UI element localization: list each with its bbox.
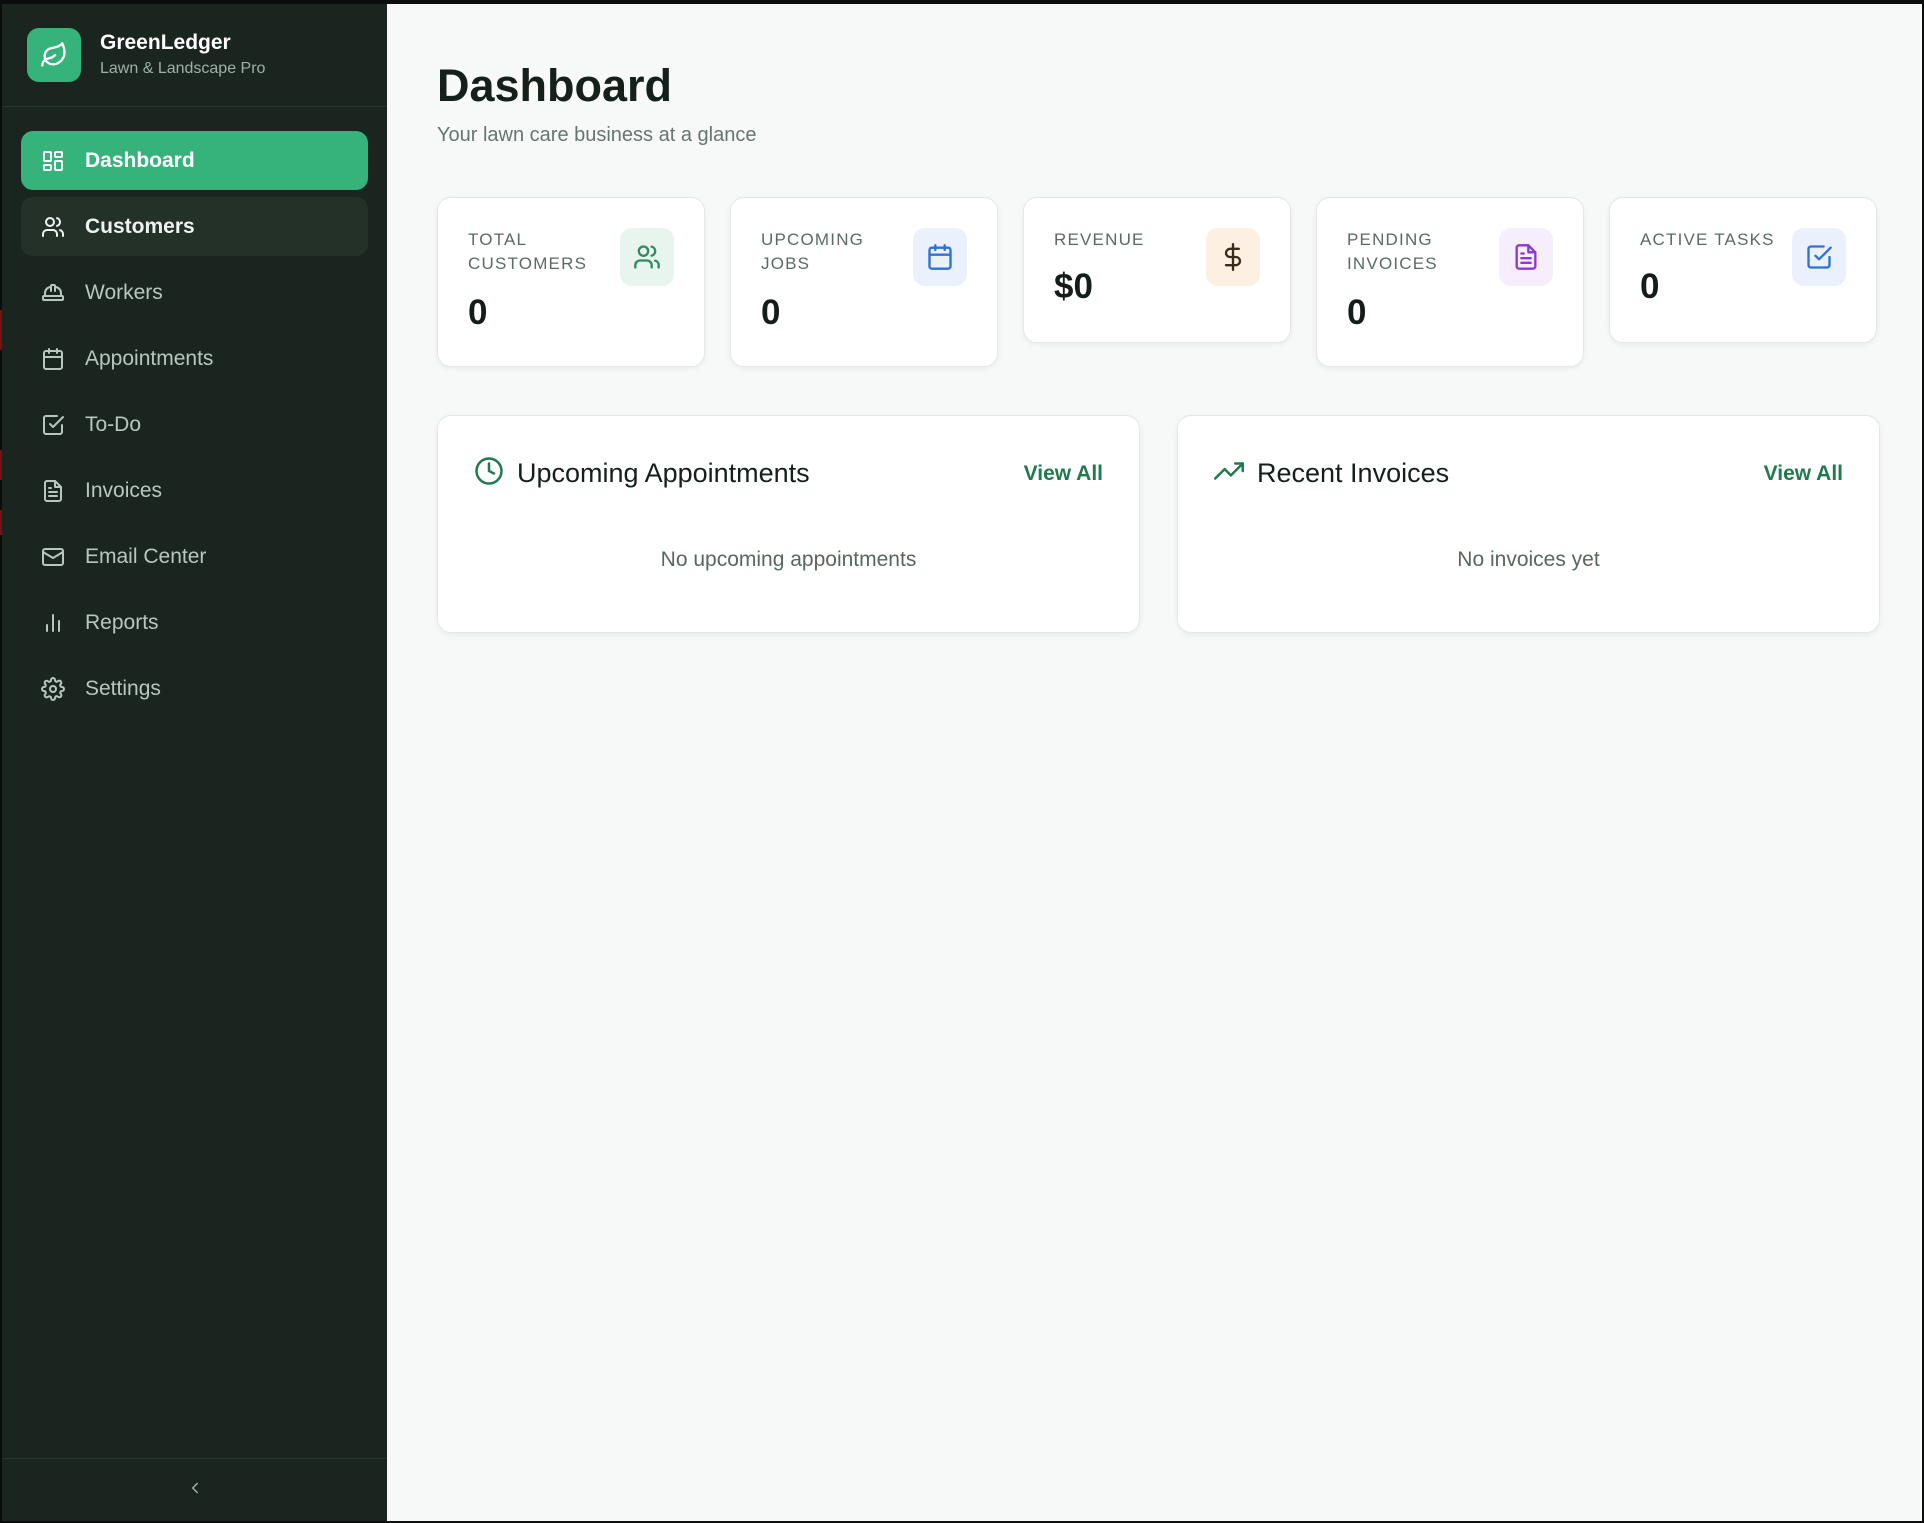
sidebar-item-customers[interactable]: Customers: [21, 197, 368, 256]
chevron-left-icon: [186, 1479, 204, 1502]
sidebar-item-dashboard[interactable]: Dashboard: [21, 131, 368, 190]
clock-icon: [474, 456, 504, 491]
brand-name: GreenLedger: [100, 31, 231, 54]
stat-label: PENDING INVOICES: [1347, 230, 1438, 273]
empty-state: No upcoming appointments: [660, 548, 917, 571]
sidebar-item-label: Email Center: [85, 544, 207, 568]
dollar-icon: [1206, 228, 1260, 286]
stat-value: 0: [468, 293, 488, 332]
view-all-appointments-link[interactable]: View All: [1024, 462, 1103, 486]
view-all-invoices-link[interactable]: View All: [1764, 462, 1843, 486]
stat-card-total-customers[interactable]: TOTAL CUSTOMERS 0: [437, 197, 705, 367]
stat-card-active-tasks[interactable]: ACTIVE TASKS 0: [1609, 197, 1877, 343]
page-title: Dashboard: [437, 60, 673, 111]
panel-title: Recent Invoices: [1257, 458, 1450, 488]
stat-value: 0: [761, 293, 781, 332]
stat-label: ACTIVE TASKS: [1640, 230, 1775, 249]
stat-label: TOTAL CUSTOMERS: [468, 230, 588, 273]
sidebar-item-label: To-Do: [85, 412, 142, 436]
dashboard-grid-icon: [40, 148, 66, 174]
file-text-icon: [1499, 228, 1553, 286]
sidebar-item-settings[interactable]: Settings: [21, 659, 368, 718]
gear-icon: [40, 676, 66, 702]
stat-card-upcoming-jobs[interactable]: UPCOMING JOBS 0: [730, 197, 998, 367]
hard-hat-icon: [40, 280, 66, 306]
brand: GreenLedger Lawn & Landscape Pro: [2, 4, 387, 107]
mail-icon: [40, 544, 66, 570]
main-content: Dashboard Your lawn care business at a g…: [387, 4, 1922, 1521]
sidebar-item-label: Reports: [85, 610, 159, 634]
trending-up-icon: [1214, 456, 1244, 491]
sidebar-item-label: Dashboard: [85, 148, 195, 172]
stat-card-revenue[interactable]: REVENUE $0: [1023, 197, 1291, 343]
sidebar-item-label: Settings: [85, 676, 161, 700]
sidebar-item-invoices[interactable]: Invoices: [21, 461, 368, 520]
stats-row: TOTAL CUSTOMERS 0 UPCOMING JOBS 0 REVENU…: [437, 197, 1922, 367]
calendar-icon: [913, 228, 967, 286]
sidebar: GreenLedger Lawn & Landscape Pro Dashboa…: [2, 4, 387, 1521]
sidebar-item-label: Workers: [85, 280, 163, 304]
file-text-icon: [40, 478, 66, 504]
sidebar-item-email-center[interactable]: Email Center: [21, 527, 368, 586]
brand-subtitle: Lawn & Landscape Pro: [100, 60, 266, 77]
stat-label: UPCOMING JOBS: [761, 230, 865, 273]
upcoming-appointments-panel: Upcoming Appointments View All No upcomi…: [437, 415, 1140, 633]
calendar-icon: [40, 346, 66, 372]
sidebar-item-appointments[interactable]: Appointments: [21, 329, 368, 388]
sidebar-nav: Dashboard Customers Workers Appointments…: [2, 107, 387, 718]
app: GreenLedger Lawn & Landscape Pro Dashboa…: [2, 4, 1922, 1521]
sidebar-item-todo[interactable]: To-Do: [21, 395, 368, 454]
check-square-icon: [40, 412, 66, 438]
stat-card-pending-invoices[interactable]: PENDING INVOICES 0: [1316, 197, 1584, 367]
sidebar-item-workers[interactable]: Workers: [21, 263, 368, 322]
leaf-logo-icon: [27, 28, 81, 82]
page-subtitle: Your lawn care business at a glance: [437, 124, 757, 146]
panel-title: Upcoming Appointments: [517, 458, 810, 488]
panels-row: Upcoming Appointments View All No upcomi…: [437, 415, 1922, 633]
stat-label: REVENUE: [1054, 230, 1145, 249]
sidebar-collapse-button[interactable]: [2, 1458, 387, 1521]
bar-chart-icon: [40, 610, 66, 636]
users-icon: [40, 214, 66, 240]
sidebar-item-reports[interactable]: Reports: [21, 593, 368, 652]
empty-state: No invoices yet: [1457, 548, 1600, 571]
sidebar-item-label: Appointments: [85, 346, 214, 370]
sidebar-item-label: Invoices: [85, 478, 163, 502]
window-frame: GreenLedger Lawn & Landscape Pro Dashboa…: [0, 0, 1924, 1523]
sidebar-item-label: Customers: [85, 214, 195, 238]
check-square-icon: [1792, 228, 1846, 286]
recent-invoices-panel: Recent Invoices View All No invoices yet: [1177, 415, 1880, 633]
users-icon: [620, 228, 674, 286]
stat-value: 0: [1347, 293, 1367, 332]
